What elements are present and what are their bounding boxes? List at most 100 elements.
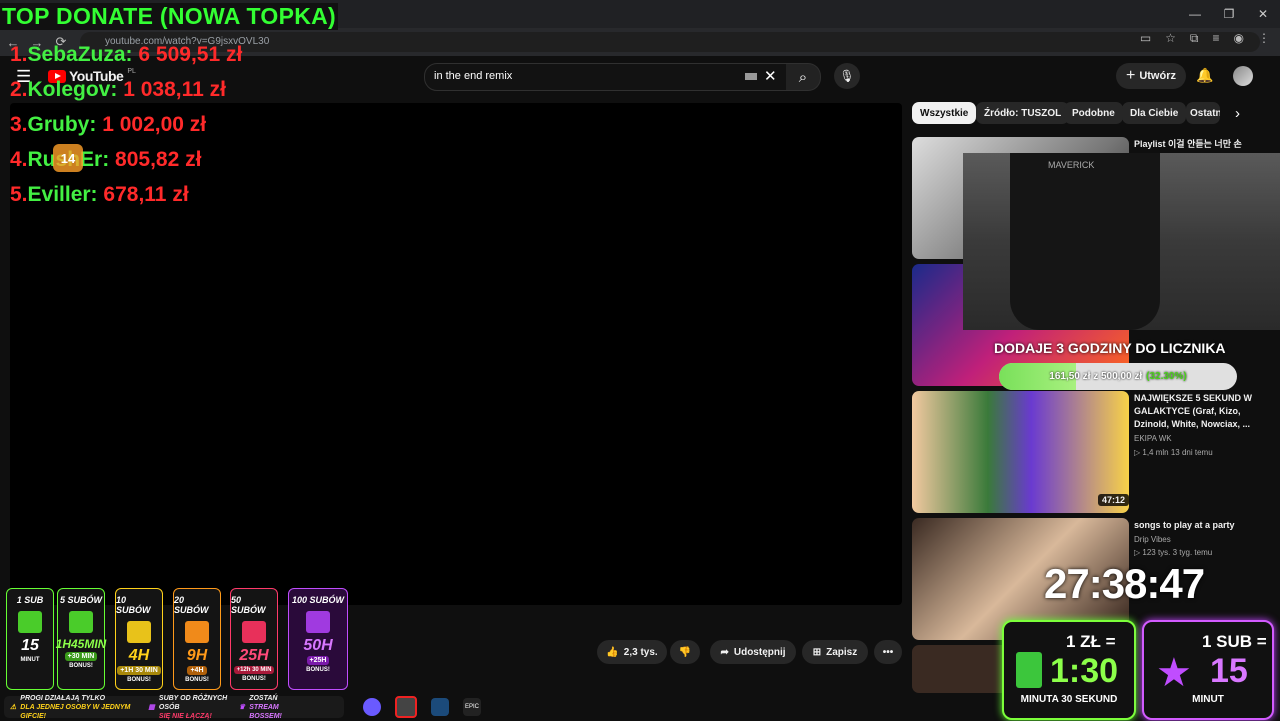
obs-icon[interactable] [395, 696, 417, 718]
donate-amount: 1 002,00 zł [102, 113, 207, 136]
browser-toolbar-icons: ▭ ☆ ⧉ ≡ ◉ ⋮ [1140, 31, 1270, 46]
recommendation-channel[interactable]: Drip Vibes [1134, 535, 1171, 544]
sub-tier-card: 5 SUBÓW 1H45MIN +30 MIN BONUS! [56, 588, 106, 690]
search-value[interactable]: in the end remix [434, 70, 512, 82]
subathon-timer: 27:38:47 [1044, 560, 1205, 607]
dislike-button[interactable]: 👎 [670, 640, 700, 664]
donate-amount: 805,82 zł [115, 148, 202, 171]
donate-entry: 4.RushEr: 805,82 zł [10, 148, 201, 172]
chip-all[interactable]: Wszystkie [912, 102, 977, 124]
like-button[interactable]: 👍 2,3 tys. [597, 640, 667, 664]
goal-percent: (32.30%) [1146, 371, 1187, 382]
taskbar: EPIC [355, 694, 493, 720]
chip-source[interactable]: Źródło: TUSZOL [976, 102, 1070, 124]
tier-extra: +25H [306, 656, 330, 665]
sub-tier-card: 100 SUBÓW 50H +25H BONUS! [288, 588, 348, 690]
sub-rate-card: 1 SUB = ★ 15 MINUT [1142, 620, 1274, 720]
save-button[interactable]: ⊞ Zapisz [802, 640, 868, 664]
goal-amount: 161,50 zł z 500,00 zł [1049, 371, 1143, 382]
create-label: Utwórz [1139, 70, 1176, 82]
donate-rank: 4. [10, 148, 28, 171]
sub-tier-card: 10 SUBÓW 4H +1H 30 MIN BONUS! [115, 588, 163, 690]
sub-rate-foot: MINUT [1192, 694, 1224, 705]
shirt-text: MAVERICK [1048, 160, 1095, 170]
bookmark-star-icon[interactable]: ☆ [1165, 31, 1176, 46]
tier-bonus: BONUS! [185, 677, 209, 683]
close-window-button[interactable]: ✕ [1246, 0, 1280, 28]
tier-extra: +1H 30 MIN [117, 666, 161, 675]
tier-bonus: BONUS! [242, 676, 266, 682]
zloty-rate-card: 1 ZŁ = 1:30 MINUTA 30 SEKUND [1002, 620, 1136, 720]
recommendation-title[interactable]: songs to play at a party [1134, 519, 1254, 532]
clear-search-icon[interactable]: ✕ [764, 67, 777, 85]
keyboard-icon[interactable] [745, 73, 757, 80]
cast-icon[interactable]: ▭ [1140, 31, 1151, 46]
gift-icon [69, 611, 93, 633]
create-button[interactable]: + Utwórz [1116, 63, 1186, 89]
chip-for-you[interactable]: Dla Ciebie [1122, 102, 1187, 124]
tier-extra: MINUT [20, 657, 40, 663]
tier-value: 4H [128, 647, 150, 664]
gift-icon [18, 611, 42, 633]
minimize-button[interactable]: — [1178, 0, 1212, 28]
chip-recent[interactable]: Ostatn [1186, 102, 1220, 124]
epic-games-icon[interactable]: EPIC [463, 698, 481, 716]
recommendation-thumbnail[interactable] [912, 391, 1129, 513]
save-icon: ⊞ [812, 646, 822, 658]
cash-icon [1016, 652, 1042, 688]
tier-bonus: BONUS! [69, 663, 93, 669]
more-icon: ••• [882, 646, 894, 658]
chevron-right-icon[interactable]: › [1235, 105, 1240, 122]
tier-value: 15 [21, 637, 39, 654]
zloty-rate-head: 1 ZŁ = [1066, 632, 1116, 651]
zloty-rate-foot: MINUTA 30 SEKUND [1020, 694, 1118, 705]
profile-icon[interactable]: ◉ [1234, 31, 1244, 46]
restore-button[interactable]: ❐ [1212, 0, 1246, 28]
warning-icon: ⚠ [10, 704, 17, 711]
steam-icon[interactable] [431, 698, 449, 716]
recommendation-channel[interactable]: EKIPA WK [1134, 434, 1172, 443]
donate-entry: 3.Gruby: 1 002,00 zł [10, 113, 206, 137]
gift-icon [127, 621, 151, 643]
chip-similar[interactable]: Podobne [1064, 102, 1123, 124]
recommendation-title[interactable]: NAJWIĘKSZE 5 SEKUND W GALAKTYCE (Graf, K… [1134, 392, 1254, 431]
more-actions-button[interactable]: ••• [874, 640, 902, 664]
level-badge: 14 [53, 144, 83, 172]
video-player[interactable] [10, 103, 902, 605]
tier-label: 100 SUBÓW [291, 595, 344, 605]
share-button[interactable]: ➦ Udostępnij [710, 640, 796, 664]
tier-label: 50 SUBÓW [231, 595, 266, 615]
share-icon: ➦ [720, 646, 729, 658]
donate-nick: Eviller: [27, 183, 98, 206]
tier-extra: +30 MIN [64, 652, 98, 661]
thumbs-up-icon: 👍 [606, 646, 619, 658]
recommendation-title[interactable]: Playlist 이걸 안듣는 너만 손 [1134, 138, 1254, 151]
tier-label: 10 SUBÓW [116, 595, 151, 615]
media-icon[interactable]: ≡ [1213, 31, 1220, 46]
donate-amount: 6 509,51 zł [138, 43, 243, 66]
sub-tier-card: 1 SUB 15 MINUT [6, 588, 54, 690]
video-duration: 47:12 [1098, 494, 1130, 506]
avatar[interactable] [1233, 66, 1253, 86]
voice-search-button[interactable]: 🎙 [834, 63, 860, 89]
like-count: 2,3 tys. [623, 646, 658, 658]
notifications-bell-icon[interactable]: 🔔 [1196, 67, 1213, 84]
extensions-icon[interactable]: ⧉ [1190, 31, 1199, 46]
gift-icon [185, 621, 209, 643]
tier-label: 20 SUBÓW [174, 595, 209, 615]
browser-menu-icon[interactable]: ⋮ [1258, 31, 1270, 46]
discord-icon[interactable] [363, 698, 381, 716]
tier-value: 9H [186, 647, 208, 664]
goal-title: DODAJE 3 GODZINY DO LICZNIKA [994, 340, 1226, 356]
gift-icon [306, 611, 330, 633]
info-left: PROGI DZIAŁAJĄ TYLKO DLA JEDNEJ OSOBY W J… [20, 694, 131, 720]
star-icon: ★ [1156, 651, 1192, 695]
window-controls: — ❐ ✕ [1178, 0, 1280, 28]
sub-tier-card: 50 SUBÓW 25H +12h 30 MIN BONUS! [230, 588, 278, 690]
search-button[interactable]: ⌕ [786, 63, 821, 91]
gift-icon [242, 621, 266, 643]
donate-nick: Gruby: [27, 113, 97, 136]
webcam-person [1010, 153, 1160, 330]
crown-icon: ♛ [238, 704, 246, 711]
donate-rank: 5. [10, 183, 28, 206]
